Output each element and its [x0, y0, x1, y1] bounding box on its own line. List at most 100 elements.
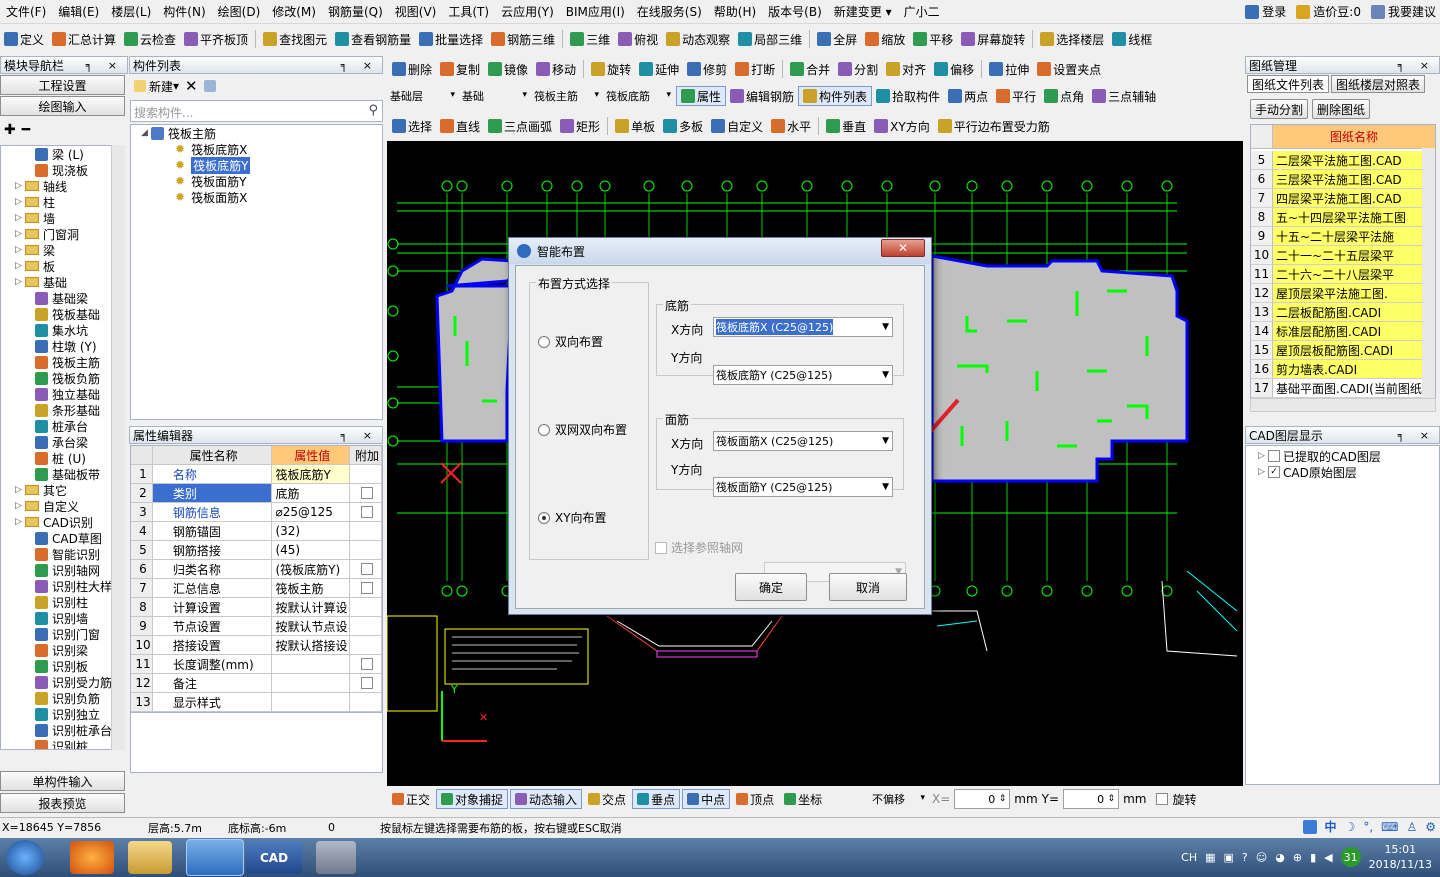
nav-item-16[interactable]: 条形基础	[1, 402, 124, 418]
menu-item-5[interactable]: 修改(M)	[266, 2, 322, 22]
settings-icon[interactable]: ⚙	[1425, 820, 1436, 834]
comp-root[interactable]: ◢ 筏板主筋	[131, 125, 382, 141]
menu-item-9[interactable]: 云应用(Y)	[495, 2, 560, 22]
network-icon[interactable]: ▮	[1310, 851, 1316, 864]
tb1-button-8[interactable]: 三维	[566, 29, 614, 49]
user-shirt-icon[interactable]: ♙	[1406, 820, 1417, 834]
menu-item-8[interactable]: 工具(T)	[442, 2, 495, 22]
offset-y-input[interactable]: 0 ⇕	[1063, 789, 1120, 809]
drawing-row[interactable]: 17 基础平面图.CADI(当前图纸)	[1251, 379, 1435, 398]
nav-item-21[interactable]: ▷ 其它	[1, 482, 124, 498]
ok-button[interactable]: 确定	[735, 573, 807, 601]
tb1-button-15[interactable]: 屏幕旋转	[957, 29, 1029, 49]
nav-item-32[interactable]: 识别板	[1, 658, 124, 674]
tb4-button-10[interactable]: 平行边布置受力筋	[934, 116, 1054, 136]
prop-row[interactable]: 13 显示样式	[131, 693, 382, 712]
start-button[interactable]	[6, 840, 44, 875]
menu-item-11[interactable]: 在线服务(S)	[631, 2, 708, 22]
tb4-button-7[interactable]: 水平	[767, 116, 815, 136]
nav-item-37[interactable]: 识别桩	[1, 738, 124, 749]
snap-6[interactable]: 顶点	[732, 789, 778, 809]
manual-split-button[interactable]: 手动分割	[1250, 99, 1309, 119]
tb2-button-12[interactable]: 拉伸	[985, 59, 1033, 79]
keyboard-icon[interactable]: ⌨	[1381, 820, 1398, 834]
attach-checkbox[interactable]	[361, 563, 374, 575]
drawing-row[interactable]: 8 五~十四层梁平法施工图	[1251, 208, 1435, 227]
snap-4[interactable]: 垂点	[632, 789, 681, 809]
tb1-button-0[interactable]: 定义	[0, 29, 48, 49]
tb1-button-14[interactable]: 平移	[909, 29, 957, 49]
drawing-row[interactable]: 6 三层梁平法施工图.CAD	[1251, 170, 1435, 189]
tb1-button-17[interactable]: 线框	[1108, 29, 1156, 49]
nav-scrollbar[interactable]	[111, 145, 125, 750]
snap-3[interactable]: 交点	[584, 789, 630, 809]
comp-item-2[interactable]: ✹ 筏板面筋Y	[131, 173, 382, 189]
tb4-button-1[interactable]: 直线	[436, 116, 484, 136]
offset-select[interactable]: 不偏移 ▾	[870, 789, 928, 809]
comp-item-1[interactable]: ✹ 筏板底筋Y	[131, 156, 382, 174]
tb2-button-0[interactable]: 删除	[388, 59, 436, 79]
menu-item-2[interactable]: 楼层(L)	[105, 2, 157, 22]
drawing-row[interactable]: 9 十五~二十层梁平法施	[1251, 227, 1435, 246]
option-bidirectional[interactable]: 双向布置	[538, 333, 603, 350]
nav-item-11[interactable]: 集水坑	[1, 322, 124, 338]
nav-item-8[interactable]: ▷ 基础	[1, 274, 124, 290]
nav-item-14[interactable]: 筏板负筋	[1, 370, 124, 386]
tb1-button-4[interactable]: 查找图元	[259, 29, 331, 49]
plus-icon[interactable]: ⊕	[1293, 851, 1302, 864]
tray-icon-2[interactable]: ▣	[1224, 851, 1234, 864]
nav-item-31[interactable]: 识别梁	[1, 642, 124, 658]
menu-item-12[interactable]: 帮助(H)	[708, 2, 762, 22]
top-x-select[interactable]: 筏板面筋X (C25@125) ▼	[713, 431, 893, 451]
tb3-button-6[interactable]: 点角	[1040, 86, 1088, 106]
snap-7[interactable]: 坐标	[780, 789, 826, 809]
taskbar-app-1[interactable]	[70, 841, 114, 874]
tb2-button-13[interactable]: 设置夹点	[1033, 59, 1105, 79]
engineering-settings-button[interactable]: 工程设置	[0, 75, 125, 95]
punct-icon[interactable]: °,	[1363, 820, 1373, 834]
nav-item-9[interactable]: 基础梁	[1, 290, 124, 306]
option-double-mesh[interactable]: 双网双向布置	[538, 421, 627, 438]
beans-button[interactable]: 造价豆:0	[1296, 3, 1361, 20]
moon-icon[interactable]: ☽	[1345, 820, 1356, 834]
nav-item-30[interactable]: 识别门窗	[1, 626, 124, 642]
login-button[interactable]: 登录	[1245, 3, 1286, 20]
top-y-select[interactable]: 筏板面筋Y (C25@125) ▼	[713, 477, 893, 497]
snap-2[interactable]: 动态输入	[510, 789, 583, 809]
nav-item-35[interactable]: 识别独立	[1, 706, 124, 722]
nav-item-33[interactable]: 识别受力筋	[1, 674, 124, 690]
snap-5[interactable]: 中点	[682, 789, 731, 809]
nav-item-15[interactable]: 独立基础	[1, 386, 124, 402]
taskbar-glodon[interactable]	[186, 839, 244, 876]
prop-row[interactable]: 12 备注	[131, 674, 382, 693]
dialog-close-button[interactable]: ✕	[881, 239, 925, 257]
nav-item-29[interactable]: 识别墙	[1, 610, 124, 626]
tb2-button-11[interactable]: 偏移	[930, 59, 978, 79]
window-icon[interactable]	[1302, 819, 1317, 834]
taskbar-folder[interactable]	[128, 841, 172, 874]
tb1-button-10[interactable]: 动态观察	[662, 29, 734, 49]
report-preview-button[interactable]: 报表预览	[0, 793, 125, 813]
tb2-button-1[interactable]: 复制	[436, 59, 484, 79]
radio-bidirectional[interactable]	[538, 335, 550, 348]
menu-item-4[interactable]: 绘图(D)	[212, 2, 267, 22]
tb2-button-7[interactable]: 打断	[731, 59, 779, 79]
prop-row[interactable]: 3 钢筋信息 ⌀25@125	[131, 503, 382, 522]
nav-item-28[interactable]: 识别柱	[1, 594, 124, 610]
tb2-button-2[interactable]: 镜像	[484, 59, 532, 79]
prop-row[interactable]: 7 汇总信息 筏板主筋	[131, 579, 382, 598]
tb4-button-9[interactable]: XY方向	[870, 116, 934, 136]
menu-item-10[interactable]: BIM应用(I)	[560, 2, 631, 22]
delete-drawing-button[interactable]: 删除图纸	[1312, 99, 1371, 119]
drawing-row[interactable]: 7 四层梁平法施工图.CAD	[1251, 189, 1435, 208]
layer-original[interactable]: ▷ ✓ CAD原始图层	[1258, 464, 1439, 480]
tb3-button-1[interactable]: 编辑钢筋	[726, 86, 798, 106]
prop-row[interactable]: 9 节点设置 按默认节点设	[131, 617, 382, 636]
prop-row[interactable]: 10 搭接设置 按默认搭接设	[131, 636, 382, 655]
tb1-button-13[interactable]: 缩放	[861, 29, 909, 49]
layer-original-checkbox[interactable]: ✓	[1268, 466, 1280, 478]
copy-icon[interactable]	[203, 80, 216, 92]
menu-item-15[interactable]: 广小二	[898, 2, 946, 22]
expand-all-icon[interactable]: ✚	[4, 122, 16, 138]
select-type[interactable]: 基础 ▾	[460, 86, 530, 106]
